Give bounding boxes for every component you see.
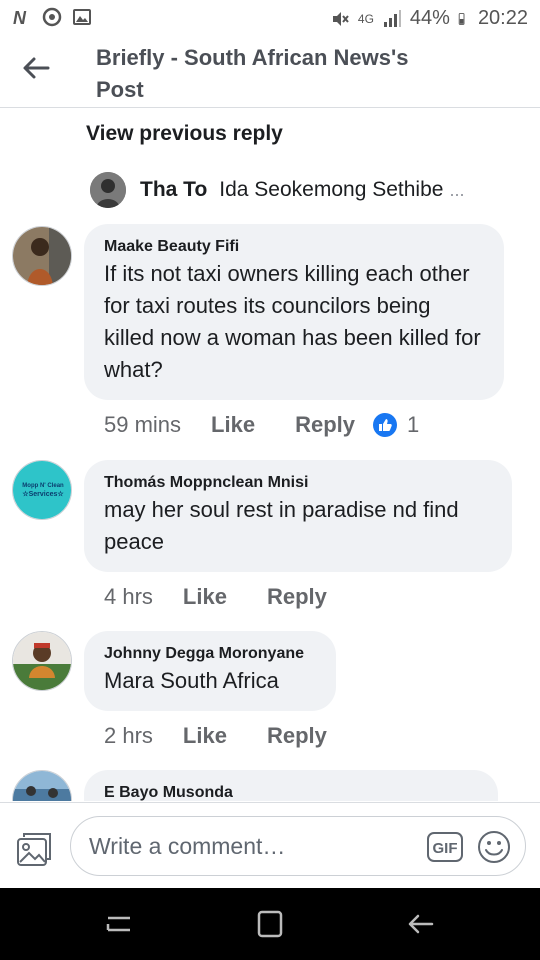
avatar[interactable]: [12, 226, 72, 286]
reply-button[interactable]: Reply: [267, 584, 327, 610]
comment-input-placeholder: Write a comment…: [89, 833, 286, 859]
comment-text: may her soul rest in paradise nd find pe…: [104, 497, 459, 554]
avatar[interactable]: Mopp N' Clean ☆Services☆: [12, 460, 72, 520]
reply-ellipsis: ...: [449, 179, 465, 200]
system-navigation-bar: [0, 888, 540, 960]
photo-button[interactable]: [16, 831, 52, 867]
svg-text:Mopp N' Clean: Mopp N' Clean: [22, 483, 64, 489]
avatar[interactable]: [12, 631, 72, 691]
arrow-left-icon: [23, 57, 50, 79]
comment-input[interactable]: Write a comment… GIF: [70, 816, 526, 876]
network-type: 4G: [357, 11, 374, 26]
svg-text:GIF: GIF: [433, 840, 458, 857]
emoji-button[interactable]: [476, 829, 512, 865]
gif-icon: GIF: [427, 832, 463, 862]
comment-timestamp: 2 hrs: [104, 723, 153, 748]
recent-apps-button[interactable]: [100, 908, 140, 940]
home-button[interactable]: [250, 908, 290, 940]
reply-button[interactable]: Reply: [295, 412, 355, 438]
status-right-icons: 4G 44% 20:22: [330, 7, 528, 30]
recent-apps-icon: [106, 916, 130, 932]
reply-author-name[interactable]: Tha To: [140, 178, 207, 202]
like-button[interactable]: Like: [183, 723, 227, 749]
avatar[interactable]: [90, 172, 126, 208]
gallery-notification-icon: [73, 9, 91, 25]
mute-icon: [332, 11, 349, 26]
comments-list: View previous reply Tha To Ida Seokemong…: [0, 109, 540, 801]
status-left-icons: N: [12, 7, 92, 27]
photo-icon: [17, 833, 51, 866]
view-previous-reply-link[interactable]: View previous reply: [86, 122, 283, 146]
home-icon: [257, 910, 283, 938]
comment-actions: 59 mins Like Reply 1: [104, 412, 419, 438]
comment-timestamp: 59 mins: [104, 412, 182, 437]
comment-bubble: Johnny Degga Moronyane Mara South Africa: [84, 631, 336, 711]
comment-actions: 4 hrs Like Reply: [104, 584, 367, 610]
comment-timestamp: 4 hrs: [104, 584, 153, 609]
reply-preview[interactable]: Tha To Ida Seokemong Sethibe ...: [90, 171, 520, 209]
svg-text:N: N: [13, 8, 27, 27]
reply-text: Ida Seokemong Sethibe: [219, 178, 444, 201]
back-nav-button[interactable]: [400, 908, 440, 940]
comment-text: Mara South Africa: [104, 668, 279, 693]
comment-author-name[interactable]: Johnny Degga Moronyane: [104, 643, 316, 665]
comment-text: If its not taxi owners killing each othe…: [104, 261, 481, 382]
comment-bubble: Maake Beauty Fifi If its not taxi owners…: [84, 224, 504, 400]
comment-composer: Write a comment… GIF: [0, 802, 540, 888]
comment-bubble: Thomás Moppnclean Mnisi may her soul res…: [84, 460, 512, 572]
notification-n-icon: N: [13, 8, 27, 27]
page-header: Briefly - South African News's Post: [0, 36, 540, 108]
status-bar: N 4G 44% 20:22: [0, 0, 540, 36]
back-nav-icon: [408, 914, 434, 934]
reply-button[interactable]: Reply: [267, 723, 327, 749]
page-title: Briefly - South African News's Post: [96, 45, 409, 102]
comment-actions: 2 hrs Like Reply: [104, 723, 367, 749]
comment-author-name[interactable]: Maake Beauty Fifi: [104, 236, 484, 258]
back-button[interactable]: [18, 50, 54, 86]
clock: 20:22: [477, 7, 528, 29]
battery-icon: [458, 12, 465, 25]
gif-button[interactable]: GIF: [427, 832, 463, 862]
notification-app-icon: [42, 7, 62, 27]
emoji-icon: [478, 831, 510, 863]
comment-author-name[interactable]: E Bayo Musonda: [104, 782, 478, 801]
signal-icon: [383, 9, 401, 27]
like-button[interactable]: Like: [211, 412, 255, 438]
thumbs-up-icon: [373, 413, 397, 437]
comment-bubble: E Bayo Musonda: [84, 770, 498, 801]
avatar[interactable]: [12, 770, 72, 801]
comment-author-name[interactable]: Thomás Moppnclean Mnisi: [104, 472, 492, 494]
battery-percent: 44%: [409, 7, 450, 29]
like-button[interactable]: Like: [183, 584, 227, 610]
reaction-count[interactable]: 1: [407, 412, 419, 438]
svg-text:☆Services☆: ☆Services☆: [22, 490, 64, 498]
